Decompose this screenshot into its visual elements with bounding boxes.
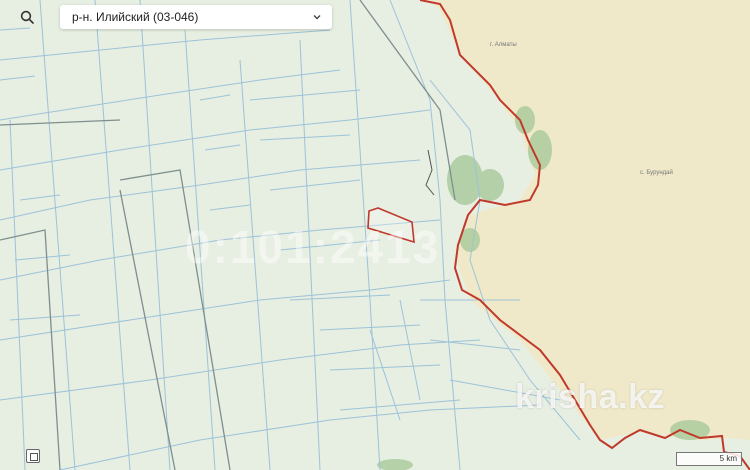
faint-overlay-id: 0:101:2413 xyxy=(185,221,441,273)
chevron-down-icon xyxy=(312,12,322,22)
region-select-label: р-н. Илийский (03-046) xyxy=(72,10,199,24)
search-button[interactable] xyxy=(10,4,44,30)
map-toolbar: р-н. Илийский (03-046) xyxy=(0,0,340,34)
locality-label: г. Алматы xyxy=(490,42,517,48)
search-icon xyxy=(20,10,34,24)
region-select[interactable]: р-н. Илийский (03-046) xyxy=(60,5,332,29)
scale-bar: 5 km xyxy=(676,452,742,466)
scale-label: 5 km xyxy=(719,454,737,463)
watermark: krisha.kz xyxy=(515,378,666,416)
fullscreen-button[interactable] xyxy=(26,449,40,463)
locality-label: с. Бурундай xyxy=(640,170,673,176)
